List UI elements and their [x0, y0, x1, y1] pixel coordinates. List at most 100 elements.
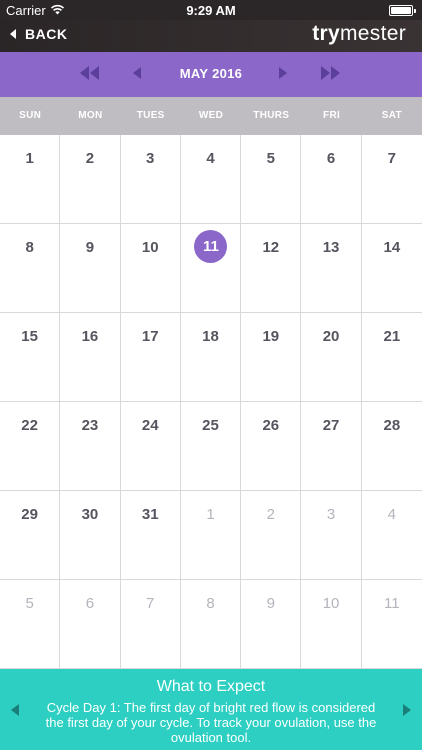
- day-number: 29: [21, 506, 38, 523]
- calendar-day[interactable]: 12: [241, 224, 302, 313]
- calendar-day[interactable]: 31: [120, 491, 181, 580]
- calendar-day[interactable]: 20: [301, 313, 362, 402]
- day-number: 20: [322, 328, 340, 345]
- day-number: 22: [21, 417, 38, 434]
- calendar-day[interactable]: 11: [361, 580, 422, 669]
- calendar-day[interactable]: 2: [60, 135, 121, 224]
- back-label: BACK: [25, 26, 68, 42]
- nav-bar: BACK trymester: [0, 20, 422, 52]
- status-time: 9:29 AM: [186, 3, 236, 18]
- calendar-day[interactable]: 6: [60, 580, 121, 669]
- calendar-day[interactable]: 4: [361, 491, 422, 580]
- day-number: 12: [262, 239, 280, 256]
- day-number: 28: [383, 417, 401, 434]
- chevron-right-icon[interactable]: [277, 65, 289, 86]
- calendar-day[interactable]: 5: [0, 580, 61, 669]
- day-number: 1: [25, 150, 34, 167]
- calendar-day[interactable]: 14: [361, 224, 422, 313]
- weekday-tues: TUES: [136, 110, 165, 121]
- back-button[interactable]: BACK: [8, 26, 67, 42]
- day-number: 13: [322, 239, 340, 256]
- day-number: 17: [141, 328, 159, 345]
- app-logo: trymester: [312, 22, 406, 46]
- weekday-header-row: SUN MON TUES WED THURS FRI SAT: [0, 97, 422, 135]
- logo-part-b: mester: [340, 22, 406, 45]
- calendar-day[interactable]: 13: [301, 224, 362, 313]
- triangle-right-icon[interactable]: [402, 703, 412, 722]
- day-number: 15: [21, 328, 38, 345]
- day-number: 14: [383, 239, 401, 256]
- day-number: 25: [202, 417, 219, 434]
- day-number: 9: [85, 239, 95, 256]
- day-number: 4: [206, 150, 215, 167]
- day-number: 10: [141, 239, 159, 256]
- calendar-day[interactable]: 9: [241, 580, 302, 669]
- day-number: 9: [266, 595, 275, 612]
- logo-part-a: try: [312, 22, 341, 45]
- calendar-day[interactable]: 10: [120, 224, 181, 313]
- day-number: 19: [262, 328, 280, 345]
- weekday-sun: SUN: [19, 110, 42, 121]
- calendar-day[interactable]: 1: [0, 135, 61, 224]
- calendar-day[interactable]: 22: [0, 402, 61, 491]
- status-bar: Carrier 9:29 AM: [0, 0, 422, 20]
- battery-icon: [389, 5, 416, 16]
- calendar-day[interactable]: 25: [180, 402, 242, 491]
- calendar-day-selected[interactable]: 11: [180, 224, 242, 313]
- calendar-day[interactable]: 4: [180, 135, 242, 224]
- calendar-day[interactable]: 1: [180, 491, 242, 580]
- weekday-thurs: THURS: [253, 110, 290, 121]
- day-number: 21: [383, 328, 401, 345]
- calendar-day[interactable]: 7: [120, 580, 181, 669]
- selected-day-circle: 11: [194, 230, 228, 263]
- battery-level-fill: [391, 7, 411, 14]
- weekday-sat: SAT: [381, 110, 402, 121]
- day-number: 3: [146, 150, 155, 167]
- day-number: 4: [387, 506, 397, 523]
- calendar-day[interactable]: 27: [301, 402, 362, 491]
- calendar-day[interactable]: 16: [60, 313, 121, 402]
- calendar-day[interactable]: 19: [241, 313, 302, 402]
- day-number: 16: [81, 328, 99, 345]
- back-arrow-icon: [8, 28, 17, 40]
- day-number: 10: [322, 595, 340, 612]
- calendar-day[interactable]: 26: [241, 402, 302, 491]
- double-chevron-right-icon[interactable]: [318, 65, 342, 86]
- day-number: 27: [322, 417, 340, 434]
- day-number: 31: [141, 506, 159, 523]
- day-number: 18: [202, 328, 219, 345]
- calendar-day[interactable]: 8: [0, 224, 61, 313]
- what-to-expect-title: What to Expect: [156, 678, 266, 695]
- calendar-grid: 1 2 3 4 5 6 7 8 9 10 11 12 13 14 15 16 17 18 19 20 21 22 23 24 2…: [0, 135, 422, 669]
- calendar-day[interactable]: 15: [0, 313, 61, 402]
- triangle-left-icon[interactable]: [10, 703, 20, 722]
- calendar-day[interactable]: 29: [0, 491, 61, 580]
- weekday-wed: WED: [198, 110, 224, 121]
- day-number: 30: [81, 506, 99, 523]
- day-number: 24: [141, 417, 159, 434]
- calendar-day[interactable]: 28: [361, 402, 422, 491]
- calendar-day[interactable]: 6: [301, 135, 362, 224]
- day-number: 2: [85, 150, 95, 167]
- calendar-day[interactable]: 24: [120, 402, 181, 491]
- calendar-day[interactable]: 3: [301, 491, 362, 580]
- what-to-expect-panel: What to Expect Cycle Day 1: The first da…: [0, 669, 422, 750]
- calendar-day[interactable]: 30: [60, 491, 121, 580]
- calendar-day[interactable]: 17: [120, 313, 181, 402]
- calendar-day[interactable]: 3: [120, 135, 181, 224]
- calendar-day[interactable]: 2: [241, 491, 302, 580]
- calendar-day[interactable]: 7: [361, 135, 422, 224]
- calendar-day[interactable]: 5: [241, 135, 302, 224]
- day-number: 8: [206, 595, 215, 612]
- day-number: 5: [25, 595, 34, 612]
- calendar-day[interactable]: 10: [301, 580, 362, 669]
- calendar-day[interactable]: 21: [361, 313, 422, 402]
- day-number: 3: [326, 506, 336, 523]
- calendar-day[interactable]: 8: [180, 580, 242, 669]
- day-number: 5: [266, 150, 275, 167]
- calendar-day[interactable]: 23: [60, 402, 121, 491]
- month-title: MAY 2016: [179, 66, 243, 81]
- calendar-day[interactable]: 9: [60, 224, 121, 313]
- calendar-day[interactable]: 18: [180, 313, 242, 402]
- day-number: 6: [85, 595, 95, 612]
